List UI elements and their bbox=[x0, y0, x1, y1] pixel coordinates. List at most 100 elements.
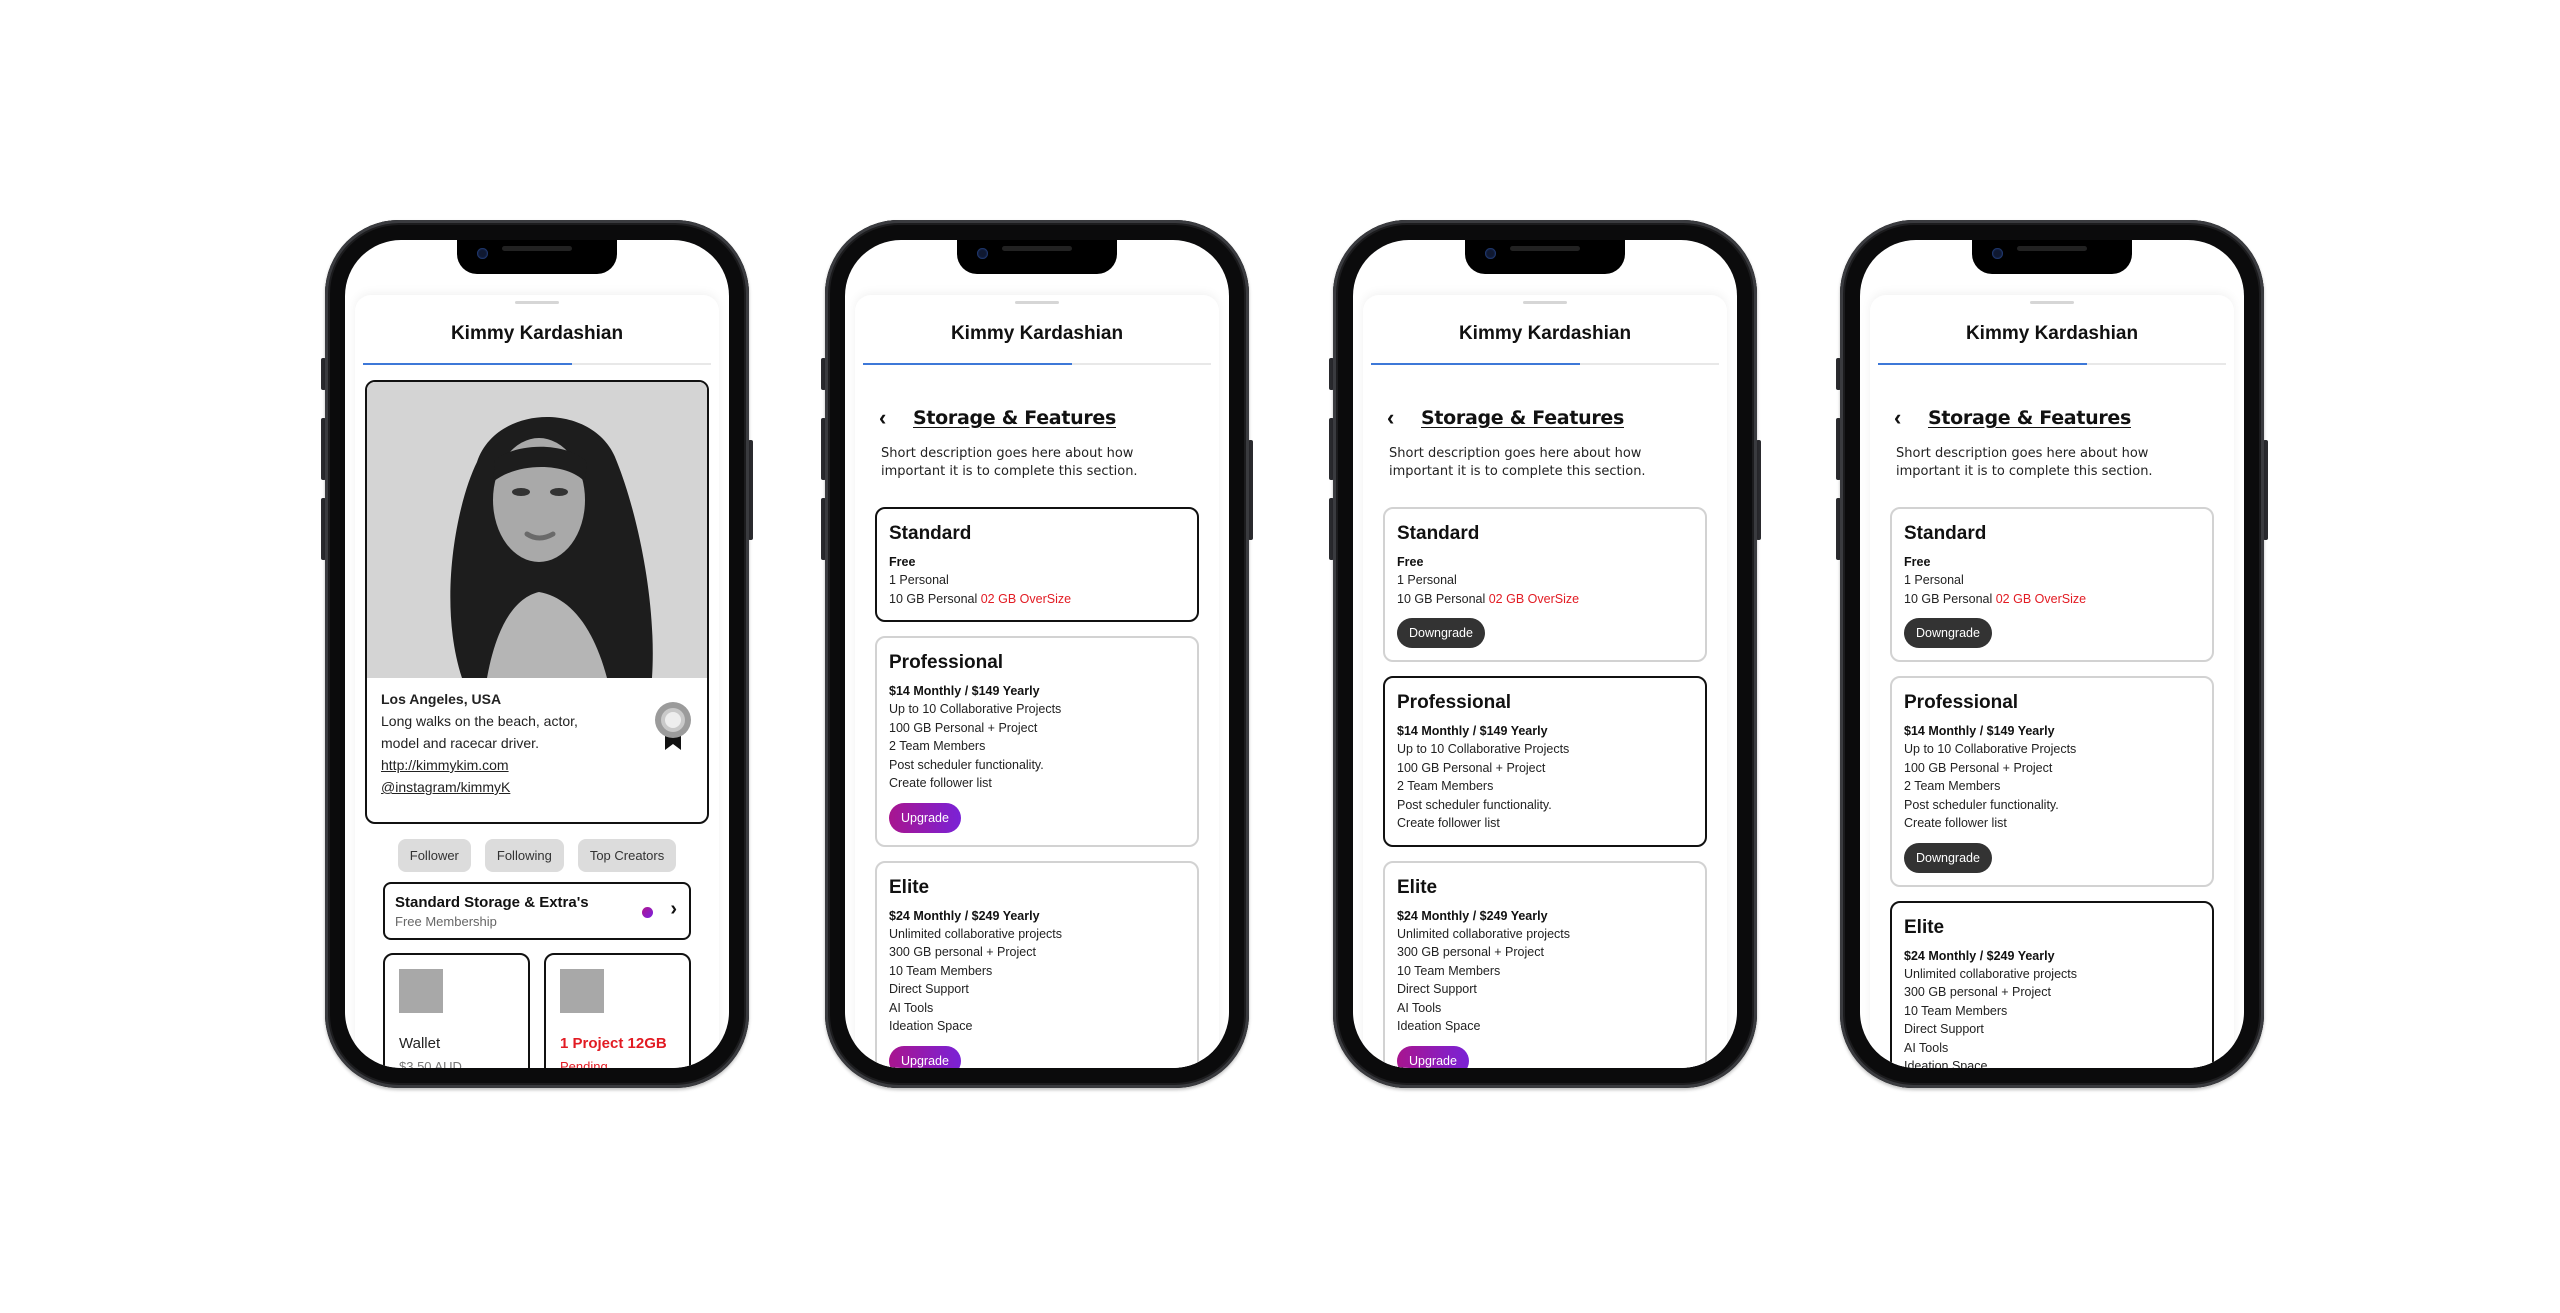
downgrade-button[interactable]: Downgrade bbox=[1904, 618, 1992, 648]
plan-feature: Create follower list bbox=[889, 776, 992, 790]
speaker-grille bbox=[502, 246, 572, 251]
website-link[interactable]: http://kimmykim.com bbox=[381, 754, 693, 776]
plan-card-professional[interactable]: Professional $14 Monthly / $149 Yearly Up … bbox=[875, 636, 1199, 847]
phone-screen: Kimmy Kardashian ‹ Storage & Features Sh… bbox=[1353, 240, 1737, 1068]
summary-tiles: Wallet $3.50 AUD 1 Project 12GB Pending bbox=[383, 953, 691, 1068]
plan-feature: 10 Team Members bbox=[1904, 1003, 2008, 1018]
plan-card-elite[interactable]: Elite $24 Monthly / $249 Yearly Unlimited … bbox=[1890, 900, 2214, 1068]
plan-feature: Direct Support bbox=[1397, 982, 1477, 996]
instagram-link[interactable]: @instagram/kimmyK bbox=[381, 776, 693, 798]
plan-feature: 100 GB Personal + Project bbox=[1397, 760, 1546, 775]
chip-follower[interactable]: Follower bbox=[397, 839, 471, 872]
plan-feature: Post scheduler functionality. bbox=[1904, 797, 2059, 812]
plan-feature: Up to 10 Collaborative Projects bbox=[1904, 742, 2077, 756]
sheet-grabber[interactable] bbox=[1523, 301, 1567, 304]
progress-fill bbox=[363, 363, 572, 365]
bottom-sheet: Kimmy Kardashian Los Angeles, USA Long w… bbox=[355, 295, 719, 1068]
plan-name: Elite bbox=[1904, 916, 1945, 938]
plan-price: Free bbox=[889, 555, 916, 569]
upgrade-button[interactable]: Upgrade bbox=[889, 1045, 961, 1068]
bottom-sheet: Kimmy Kardashian ‹ Storage & Features Sh… bbox=[855, 295, 1219, 1068]
plan-price: $24 Monthly / $249 Yearly bbox=[1904, 948, 2055, 963]
downgrade-button[interactable]: Downgrade bbox=[1397, 618, 1485, 648]
oversize-warning: 02 GB OverSize bbox=[1995, 591, 2087, 606]
plan-name: Elite bbox=[889, 876, 930, 898]
plan-card-standard[interactable]: Standard Free 1 Personal 10 GB Personal 02 … bbox=[1383, 507, 1707, 662]
plan-feature: Create follower list bbox=[1397, 816, 1500, 830]
phone-storage-elite: Kimmy Kardashian ‹ Storage & Features Sh… bbox=[1836, 220, 2268, 1088]
plan-feature: 100 GB Personal + Project bbox=[889, 720, 1038, 735]
chip-top-creators[interactable]: Top Creators bbox=[577, 839, 677, 872]
plan-feature: 2 Team Members bbox=[889, 739, 986, 753]
plan-feature: 300 GB personal + Project bbox=[1397, 945, 1544, 959]
plan-feature: Up to 10 Collaborative Projects bbox=[889, 702, 1062, 716]
camera-icon bbox=[1992, 248, 2003, 259]
chevron-left-icon[interactable]: ‹ bbox=[1894, 407, 1910, 429]
tile-status: Pending bbox=[560, 1059, 608, 1068]
speaker-grille bbox=[1510, 246, 1580, 251]
phone-storage-standard: Kimmy Kardashian ‹ Storage & Features Sh… bbox=[821, 220, 1253, 1088]
plan-list: Standard Free 1 Personal 10 GB Personal 02 … bbox=[1890, 507, 2214, 1068]
profile-info: Los Angeles, USA Long walks on the beach… bbox=[381, 690, 693, 798]
plan-card-standard[interactable]: Standard Free 1 Personal 10 GB Personal 02 … bbox=[875, 507, 1199, 622]
plan-price: $14 Monthly / $149 Yearly bbox=[1397, 724, 1548, 738]
image-placeholder bbox=[399, 969, 443, 1013]
phone-storage-professional: Kimmy Kardashian ‹ Storage & Features Sh… bbox=[1329, 220, 1761, 1088]
downgrade-button[interactable]: Downgrade bbox=[1904, 842, 1992, 873]
section-header: ‹ Storage & Features bbox=[1894, 407, 2131, 430]
upgrade-button[interactable]: Upgrade bbox=[1397, 1045, 1469, 1068]
profile-bio-line-2: model and racecar driver. bbox=[381, 735, 539, 751]
plan-name: Standard bbox=[889, 523, 972, 544]
oversize-warning: 02 GB OverSize bbox=[980, 591, 1072, 606]
speaker-grille bbox=[1002, 246, 1072, 251]
plan-card-elite[interactable]: Elite $24 Monthly / $249 Yearly Unlimited … bbox=[875, 860, 1199, 1068]
plan-name: Standard bbox=[1904, 523, 1987, 544]
plan-price: $24 Monthly / $249 Yearly bbox=[889, 908, 1040, 923]
camera-icon bbox=[477, 248, 488, 259]
plan-feature: 2 Team Members bbox=[1904, 779, 2001, 793]
sheet-title: Kimmy Kardashian bbox=[450, 323, 624, 344]
plan-feature: Unlimited collaborative projects bbox=[1397, 926, 1570, 941]
sheet-title: Kimmy Kardashian bbox=[1458, 323, 1632, 344]
camera-icon bbox=[1485, 248, 1496, 259]
plan-feature: 300 GB personal + Project bbox=[889, 945, 1036, 959]
plan-feature: 2 Team Members bbox=[1397, 779, 1494, 793]
storage-membership-row[interactable]: Standard Storage & Extra's Free Membersh… bbox=[383, 882, 691, 940]
social-chips: Follower Following Top Creators bbox=[355, 839, 719, 872]
plan-price: $14 Monthly / $149 Yearly bbox=[1904, 724, 2055, 738]
sheet-grabber[interactable] bbox=[2030, 301, 2074, 304]
sheet-grabber[interactable] bbox=[1015, 301, 1059, 304]
plan-feature: Post scheduler functionality. bbox=[1397, 797, 1552, 812]
plan-card-standard[interactable]: Standard Free 1 Personal 10 GB Personal 02 … bbox=[1890, 507, 2214, 662]
section-title: Storage & Features bbox=[1928, 407, 2131, 429]
chip-following[interactable]: Following bbox=[484, 839, 564, 872]
progress-bar bbox=[1371, 363, 1719, 365]
section-title: Storage & Features bbox=[913, 407, 1116, 429]
camera-icon bbox=[977, 248, 988, 259]
image-placeholder bbox=[560, 969, 604, 1013]
sheet-grabber[interactable] bbox=[515, 301, 559, 304]
tile-name: 1 Project 12GB bbox=[560, 1035, 667, 1052]
section-description: Short description goes here about how im… bbox=[1389, 446, 1646, 479]
plan-feature: Unlimited collaborative projects bbox=[1904, 966, 2077, 981]
plan-feature: Ideation Space bbox=[1397, 1019, 1481, 1033]
storage-row-title: Standard Storage & Extra's bbox=[395, 894, 589, 911]
wallet-tile[interactable]: Wallet $3.50 AUD bbox=[383, 953, 530, 1068]
chevron-left-icon[interactable]: ‹ bbox=[1387, 407, 1403, 429]
plan-card-elite[interactable]: Elite $24 Monthly / $249 Yearly Unlimited … bbox=[1383, 860, 1707, 1068]
project-tile[interactable]: 1 Project 12GB Pending bbox=[544, 953, 691, 1068]
progress-bar bbox=[1878, 363, 2226, 365]
progress-bar bbox=[863, 363, 1211, 365]
tile-value: $3.50 AUD bbox=[399, 1059, 462, 1068]
chevron-left-icon[interactable]: ‹ bbox=[879, 407, 895, 429]
plan-card-professional[interactable]: Professional $14 Monthly / $149 Yearly Up … bbox=[1890, 676, 2214, 887]
plan-feature: AI Tools bbox=[1904, 1040, 1949, 1055]
plan-card-professional[interactable]: Professional $14 Monthly / $149 Yearly Up … bbox=[1383, 676, 1707, 847]
profile-bio-line-1: Long walks on the beach, actor, bbox=[381, 713, 578, 729]
section-header: ‹ Storage & Features bbox=[1387, 407, 1624, 430]
profile-photo bbox=[367, 382, 707, 678]
upgrade-button[interactable]: Upgrade bbox=[889, 802, 961, 833]
plan-name: Professional bbox=[1904, 692, 2019, 713]
profile-card: Los Angeles, USA Long walks on the beach… bbox=[365, 380, 709, 824]
plan-list: Standard Free 1 Personal 10 GB Personal 02 … bbox=[1383, 507, 1707, 1068]
